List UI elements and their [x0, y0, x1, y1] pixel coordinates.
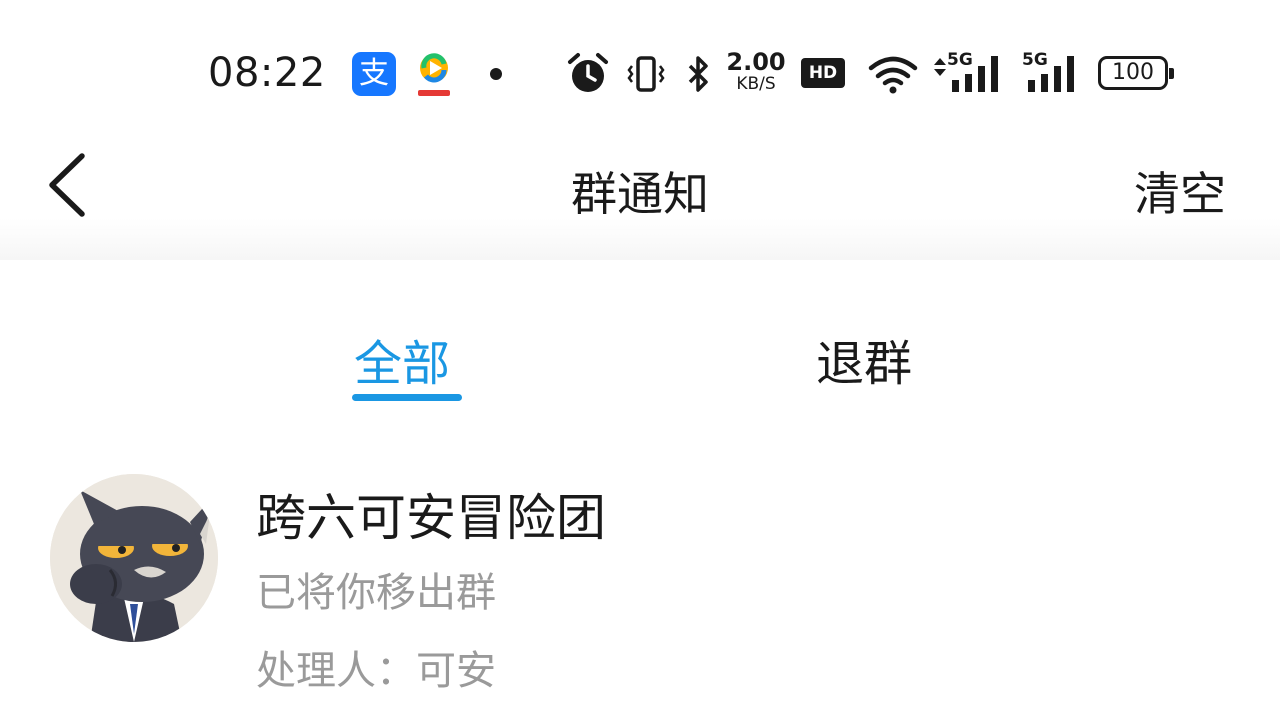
notification-dot	[490, 68, 502, 80]
signal-icon	[952, 56, 998, 92]
network-speed-unit: KB/S	[736, 74, 776, 94]
alipay-icon: 支	[352, 52, 396, 96]
page-title: 群通知	[571, 167, 709, 221]
battery-level: 100	[1112, 60, 1154, 85]
clear-button[interactable]: 清空	[1134, 158, 1226, 224]
nav-bar: 群通知 清空	[0, 120, 1280, 260]
network-speed-value: 2.00	[726, 48, 786, 76]
wifi-icon	[868, 56, 918, 94]
cartoon-cat-avatar-icon	[50, 474, 218, 642]
status-time: 08:22	[208, 50, 326, 96]
group-name: 跨六可安冒险团	[256, 489, 606, 547]
signal-icon	[1028, 56, 1074, 92]
battery-nub	[1169, 68, 1174, 79]
vibrate-icon	[627, 56, 665, 92]
handler-label: 处理人：	[256, 648, 416, 694]
tab-all[interactable]: 全部	[354, 324, 450, 394]
alarm-icon	[568, 53, 608, 92]
list-item[interactable]: 跨六可安冒险团 已将你移出群 处理人：可安	[0, 460, 1280, 716]
tab-quit-group[interactable]: 退群	[816, 324, 912, 394]
avatar[interactable]	[50, 474, 218, 642]
tab-active-indicator	[352, 394, 462, 401]
video-app-icon	[418, 53, 450, 96]
handler-name: 可安	[416, 648, 496, 694]
battery-icon: 100	[1098, 56, 1174, 90]
hd-icon: HD	[801, 58, 845, 88]
network-speed: 2.00 KB/S	[724, 50, 788, 93]
status-bar: 08:22 支 2.00 KB/S HD 5G 5G 100	[0, 40, 1280, 104]
bluetooth-icon	[688, 56, 708, 92]
handler-row: 处理人：可安	[256, 638, 496, 696]
notice-message: 已将你移出群	[256, 570, 496, 616]
